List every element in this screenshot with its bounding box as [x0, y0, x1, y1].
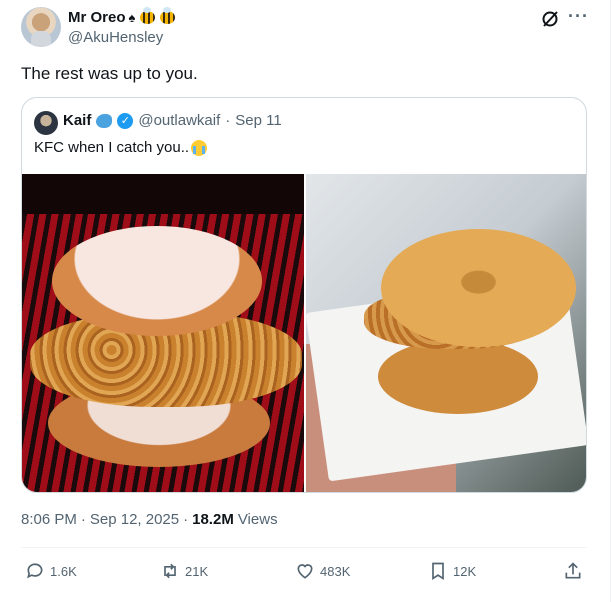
plain-donut-shape — [381, 229, 576, 347]
author-name-row: Mr Oreo ♠ — [68, 6, 176, 26]
crying-face-icon — [191, 139, 208, 156]
quoted-date[interactable]: Sep 11 — [235, 112, 281, 129]
quoted-media — [22, 174, 586, 492]
views-count: 18.2M — [192, 511, 234, 528]
meta-separator: · — [80, 511, 86, 528]
repost-icon — [164, 563, 176, 579]
reply-button[interactable]: 1.6K — [25, 559, 77, 583]
glazed-donut-shape — [52, 226, 262, 336]
spade-icon: ♠ — [128, 9, 136, 25]
tweet-text: The rest was up to you. — [21, 64, 198, 83]
tweet-time[interactable]: 8:06 PM — [21, 511, 77, 528]
kfc-donut-chicken-promo-image[interactable] — [22, 174, 304, 492]
donut-bottom-shape — [378, 339, 538, 414]
donut-chicken-sandwich-reality-image[interactable] — [306, 174, 586, 492]
bookmark-count: 12K — [453, 563, 477, 579]
dolphin-icon — [96, 113, 113, 128]
heart-icon — [297, 564, 313, 579]
like-count: 483K — [320, 563, 351, 579]
bee-icon — [140, 6, 156, 24]
quoted-name-row: Kaif ✓ @outlawkaif · Sep 11 — [63, 112, 282, 129]
grok-icon[interactable] — [540, 9, 560, 29]
tweet: Mr Oreo ♠ @AkuHensley ··· The rest was u… — [0, 0, 611, 602]
quoted-handle[interactable]: @outlawkaif — [138, 112, 220, 129]
bookmark-icon — [432, 562, 444, 581]
quoted-text-row: KFC when I catch you.. — [34, 139, 208, 156]
quoted-tweet[interactable]: Kaif ✓ @outlawkaif · Sep 11 KFC when I c… — [21, 97, 587, 493]
tweet-date[interactable]: Sep 12, 2025 — [90, 511, 179, 528]
quoted-text: KFC when I catch you.. — [34, 139, 190, 156]
repost-count: 21K — [185, 563, 209, 579]
quoted-display-name[interactable]: Kaif — [63, 112, 91, 129]
views-label: Views — [237, 511, 278, 528]
divider — [21, 547, 587, 548]
action-bar: 1.6K 21K 483K 12K — [0, 559, 611, 585]
share-button[interactable] — [563, 559, 583, 583]
tweet-meta: 8:06 PM · Sep 12, 2025 · 18.2M Views — [21, 511, 278, 528]
share-icon — [565, 562, 581, 579]
meta-separator: · — [183, 511, 189, 528]
quoted-separator: · — [225, 112, 231, 129]
author-avatar[interactable] — [21, 7, 61, 47]
author-handle[interactable]: @AkuHensley — [68, 29, 163, 46]
verified-badge-icon: ✓ — [117, 112, 134, 129]
repost-button[interactable]: 21K — [160, 559, 208, 583]
reply-icon — [27, 563, 43, 579]
bee-icon — [160, 6, 176, 24]
author-display-name[interactable]: Mr Oreo — [68, 9, 126, 26]
more-options-icon[interactable]: ··· — [568, 6, 589, 27]
quoted-author-avatar[interactable] — [34, 111, 58, 135]
like-button[interactable]: 483K — [295, 559, 350, 583]
bookmark-button[interactable]: 12K — [428, 559, 476, 583]
reply-count: 1.6K — [50, 563, 77, 579]
